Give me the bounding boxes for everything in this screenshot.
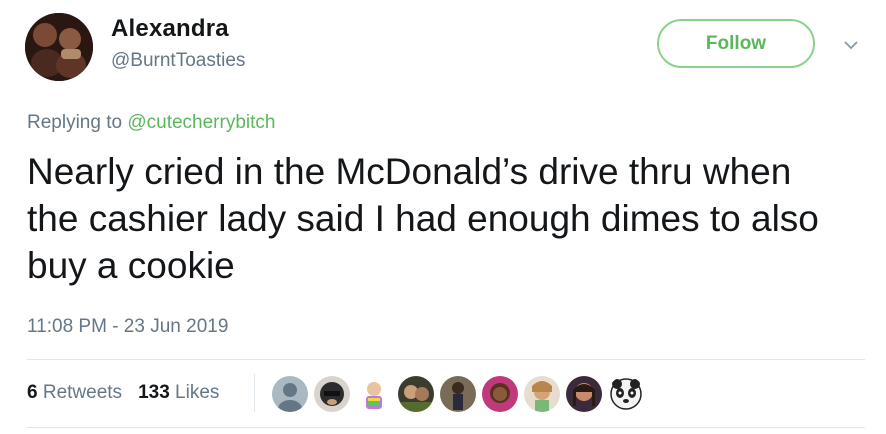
follow-button[interactable]: Follow	[657, 19, 815, 68]
liker-avatar[interactable]	[314, 376, 350, 412]
liker-avatar[interactable]	[566, 376, 602, 412]
liker-avatar[interactable]	[482, 376, 518, 412]
replying-to-line: Replying to @cutecherrybitch	[27, 112, 275, 134]
author-handle[interactable]: @BurntToasties	[111, 50, 245, 72]
retweets-label: Retweets	[42, 382, 123, 403]
liker-avatar[interactable]	[608, 376, 644, 412]
replying-prefix: Replying to	[27, 112, 123, 133]
divider-top	[27, 359, 865, 360]
liker-avatar[interactable]	[440, 376, 476, 412]
liker-avatar[interactable]	[398, 376, 434, 412]
replying-to-mention-link[interactable]: @cutecherrybitch	[127, 112, 275, 133]
likes-count: 133	[138, 382, 170, 403]
liker-avatar[interactable]	[524, 376, 560, 412]
likes-stat[interactable]: 133 Likes	[138, 382, 219, 404]
divider-bottom	[27, 427, 865, 428]
retweets-count: 6	[27, 382, 38, 403]
retweets-stat[interactable]: 6 Retweets	[27, 382, 122, 404]
author-avatar[interactable]	[25, 13, 93, 81]
stats-separator	[254, 374, 255, 412]
author-name[interactable]: Alexandra	[111, 15, 229, 43]
follow-button-label: Follow	[705, 32, 767, 54]
chevron-down-icon[interactable]	[843, 37, 859, 53]
liker-avatars	[272, 376, 644, 412]
liker-avatar[interactable]	[356, 376, 392, 412]
tweet-text: Nearly cried in the McDonald’s drive thr…	[27, 151, 819, 286]
engagement-stats: 6 Retweets 133 Likes	[27, 382, 219, 404]
likes-label: Likes	[175, 382, 220, 403]
tweet-timestamp[interactable]: 11:08 PM - 23 Jun 2019	[27, 316, 228, 338]
liker-avatar[interactable]	[272, 376, 308, 412]
